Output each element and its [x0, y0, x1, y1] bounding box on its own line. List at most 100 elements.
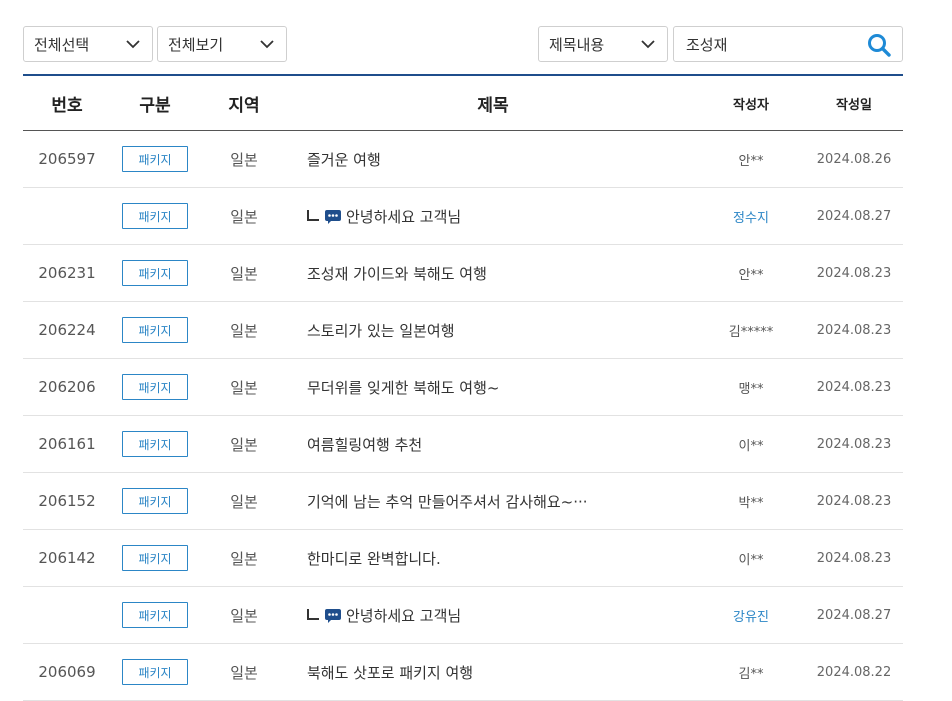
select-all-label: 전체선택 [34, 35, 90, 54]
post-title-link[interactable]: 북해도 삿포로 패키지 여행 [307, 664, 473, 682]
category-badge[interactable]: 패키지 [122, 203, 188, 229]
date-cell: 2024.08.23 [805, 358, 903, 416]
author-cell: 이** [697, 529, 805, 587]
post-number: 206224 [23, 301, 111, 359]
post-title-link[interactable]: 조성재 가이드와 북해도 여행 [307, 265, 487, 283]
post-number: 206206 [23, 358, 111, 416]
post-number: 206231 [23, 244, 111, 302]
date-cell: 2024.08.23 [805, 301, 903, 359]
table-row[interactable]: 206069 패키지 일본 북해도 삿포로 패키지 여행 김** 2024.08.22 [23, 643, 903, 701]
title-cell: 조성재 가이드와 북해도 여행 [289, 244, 697, 302]
search-box [673, 26, 903, 62]
category-cell: 패키지 [111, 130, 199, 188]
speech-bubble-icon [325, 209, 341, 224]
post-title-link[interactable]: 안녕하세요 고객님 [346, 208, 461, 226]
region-cell: 일본 [199, 586, 289, 644]
title-cell: 한마디로 완벽합니다. [289, 529, 697, 587]
category-badge[interactable]: 패키지 [122, 317, 188, 343]
post-title-link[interactable]: 즐거운 여행 [307, 151, 381, 169]
post-title-link[interactable]: 안녕하세요 고객님 [346, 607, 461, 625]
reply-indent-icon [307, 209, 319, 221]
post-number: 206152 [23, 472, 111, 530]
table-row[interactable]: 206206 패키지 일본 무더위를 잊게한 북해도 여행~ 맹** 2024.08.23 [23, 358, 903, 416]
title-cell: 안녕하세요 고객님 [289, 586, 697, 644]
date-cell: 2024.08.23 [805, 415, 903, 473]
author-cell: 강유진 [697, 586, 805, 644]
chevron-down-icon [126, 40, 140, 49]
author-cell: 이** [697, 415, 805, 473]
date-cell: 2024.08.26 [805, 130, 903, 188]
column-header-number: 번호 [23, 74, 111, 131]
table-row[interactable]: 206142 패키지 일본 한마디로 완벽합니다. 이** 2024.08.23 [23, 529, 903, 587]
table-row[interactable]: 206597 패키지 일본 즐거운 여행 안** 2024.08.26 [23, 130, 903, 188]
region-cell: 일본 [199, 358, 289, 416]
view-all-dropdown[interactable]: 전체보기 [157, 26, 287, 62]
table-row[interactable]: 206231 패키지 일본 조성재 가이드와 북해도 여행 안** 2024.08.23 [23, 244, 903, 302]
category-badge[interactable]: 패키지 [122, 659, 188, 685]
title-cell: 스토리가 있는 일본여행 [289, 301, 697, 359]
category-badge[interactable]: 패키지 [122, 374, 188, 400]
category-cell: 패키지 [111, 472, 199, 530]
category-cell: 패키지 [111, 244, 199, 302]
category-badge[interactable]: 패키지 [122, 146, 188, 172]
category-cell: 패키지 [111, 187, 199, 245]
category-badge[interactable]: 패키지 [122, 602, 188, 628]
table-row[interactable]: 패키지 일본 안녕하세요 고객님 강유진 2024.08.27 [23, 586, 903, 644]
chevron-down-icon [260, 40, 274, 49]
date-cell: 2024.08.27 [805, 586, 903, 644]
post-number [23, 187, 111, 245]
post-title-link[interactable]: 여름힐링여행 추천 [307, 436, 422, 454]
author-cell: 맹** [697, 358, 805, 416]
region-cell: 일본 [199, 244, 289, 302]
review-table: 번호 구분 지역 제목 작성자 작성일 206597 패키지 일본 즐거운 여행 안**… [23, 74, 903, 701]
category-badge[interactable]: 패키지 [122, 260, 188, 286]
speech-bubble-icon [325, 608, 341, 623]
post-title-link[interactable]: 무더위를 잊게한 북해도 여행~ [307, 379, 499, 397]
region-cell: 일본 [199, 301, 289, 359]
post-number: 206597 [23, 130, 111, 188]
view-all-label: 전체보기 [168, 35, 224, 54]
post-number [23, 586, 111, 644]
column-header-date: 작성일 [805, 74, 903, 131]
post-title-link[interactable]: 스토리가 있는 일본여행 [307, 322, 455, 340]
date-cell: 2024.08.23 [805, 529, 903, 587]
post-number: 206069 [23, 643, 111, 701]
region-cell: 일본 [199, 529, 289, 587]
column-header-title: 제목 [289, 74, 697, 131]
table-header-row: 번호 구분 지역 제목 작성자 작성일 [23, 74, 903, 131]
category-badge[interactable]: 패키지 [122, 545, 188, 571]
category-badge[interactable]: 패키지 [122, 431, 188, 457]
date-cell: 2024.08.27 [805, 187, 903, 245]
table-row[interactable]: 206152 패키지 일본 기억에 남는 추억 만들어주셔서 감사해요~··· 박** 2… [23, 472, 903, 530]
date-cell: 2024.08.23 [805, 472, 903, 530]
region-cell: 일본 [199, 130, 289, 188]
title-cell: 안녕하세요 고객님 [289, 187, 697, 245]
region-cell: 일본 [199, 643, 289, 701]
post-title-link[interactable]: 한마디로 완벽합니다. [307, 550, 441, 568]
region-cell: 일본 [199, 472, 289, 530]
post-title-link[interactable]: 기억에 남는 추억 만들어주셔서 감사해요~··· [307, 493, 588, 511]
category-cell: 패키지 [111, 301, 199, 359]
category-cell: 패키지 [111, 586, 199, 644]
category-cell: 패키지 [111, 643, 199, 701]
search-icon[interactable] [866, 32, 892, 58]
author-cell: 김** [697, 643, 805, 701]
table-row[interactable]: 206224 패키지 일본 스토리가 있는 일본여행 김***** 2024.08.23 [23, 301, 903, 359]
column-header-author: 작성자 [697, 74, 805, 131]
search-type-dropdown[interactable]: 제목내용 [538, 26, 668, 62]
table-row[interactable]: 206161 패키지 일본 여름힐링여행 추천 이** 2024.08.23 [23, 415, 903, 473]
category-cell: 패키지 [111, 415, 199, 473]
category-cell: 패키지 [111, 358, 199, 416]
author-cell: 안** [697, 244, 805, 302]
chevron-down-icon [641, 40, 655, 49]
region-cell: 일본 [199, 187, 289, 245]
category-cell: 패키지 [111, 529, 199, 587]
filter-bar: 전체선택 전체보기 제목내용 [23, 26, 903, 64]
search-input[interactable] [684, 34, 858, 54]
search-type-label: 제목내용 [549, 35, 605, 54]
author-cell: 박** [697, 472, 805, 530]
select-all-dropdown[interactable]: 전체선택 [23, 26, 153, 62]
category-badge[interactable]: 패키지 [122, 488, 188, 514]
table-row[interactable]: 패키지 일본 안녕하세요 고객님 정수지 2024.08.27 [23, 187, 903, 245]
date-cell: 2024.08.23 [805, 244, 903, 302]
